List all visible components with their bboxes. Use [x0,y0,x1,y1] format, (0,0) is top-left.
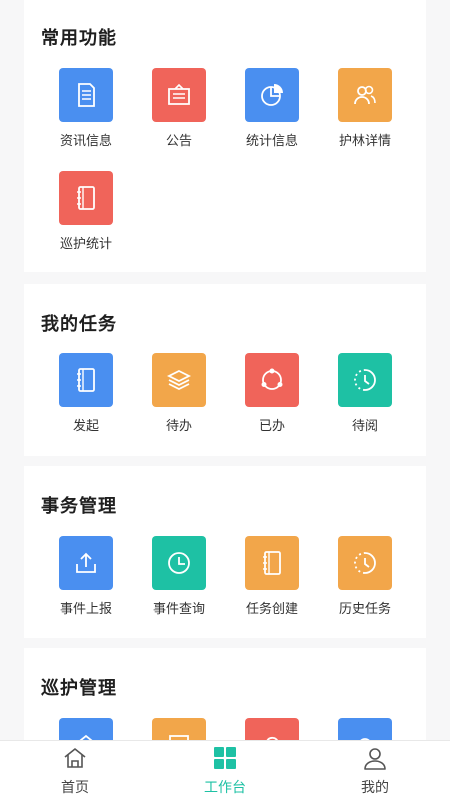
nav-label: 我的 [361,780,389,796]
pie-chart-icon [245,68,299,122]
clock-icon [152,536,206,590]
section-title: 巡护管理 [41,678,117,699]
nav-item-home[interactable]: 首页 [0,741,150,800]
nav-item-workbench[interactable]: 工作台 [150,741,300,800]
person-icon [364,748,386,770]
section-title: 事务管理 [41,496,117,517]
tile-patrol-4[interactable] [319,718,411,740]
users-icon [338,68,392,122]
tile-patrol-statistics[interactable]: 巡护统计 [40,171,132,271]
tile-label: 事件查询 [152,602,205,617]
section-affairs-management: 事务管理 事件上报 事件查询 任务创建 历史任务 [24,466,426,638]
tile-label: 资讯信息 [59,134,112,149]
upload-icon [59,536,113,590]
tile-forest-details[interactable]: 护林详情 [319,68,411,168]
tile-news-info[interactable]: 资讯信息 [40,68,132,168]
clock-dashed-icon [338,536,392,590]
tile-task-create[interactable]: 任务创建 [226,536,318,636]
tile-todo[interactable]: 待办 [133,353,225,453]
nav-label: 工作台 [204,780,246,796]
camera-icon [338,718,392,740]
share-circle-icon [245,353,299,407]
layers-icon [152,353,206,407]
tile-statistics[interactable]: 统计信息 [226,68,318,168]
tile-event-query[interactable]: 事件查询 [133,536,225,636]
section-my-tasks: 我的任务 发起 待办 已办 待阅 [24,284,426,456]
tile-label: 历史任务 [338,602,391,617]
tile-initiate[interactable]: 发起 [40,353,132,453]
tile-label: 巡护统计 [59,237,112,252]
grid-icon [214,747,236,769]
tile-label: 统计信息 [245,134,298,149]
section-title: 我的任务 [41,314,117,335]
home-outline-icon [64,748,86,768]
tile-event-report[interactable]: 事件上报 [40,536,132,636]
home-icon [59,718,113,740]
tile-label: 任务创建 [245,602,298,617]
section-title: 常用功能 [41,28,117,49]
clock-dashed-icon [338,353,392,407]
section-patrol-management: 巡护管理 [24,648,426,740]
document-icon [59,68,113,122]
tile-label: 发起 [72,419,99,434]
tile-to-read[interactable]: 待阅 [319,353,411,453]
tile-announcement[interactable]: 公告 [133,68,225,168]
bulletin-icon [152,68,206,122]
tile-label: 待阅 [351,419,378,434]
notebook-icon [59,353,113,407]
tile-label: 公告 [165,134,192,149]
tile-patrol-1[interactable] [40,718,132,740]
tile-patrol-3[interactable] [226,718,318,740]
notebook-icon [59,171,113,225]
nav-label: 首页 [61,780,89,796]
section-common-functions: 常用功能 资讯信息 公告 统计信息 护林详情 巡护统计 [24,0,426,272]
tile-history-tasks[interactable]: 历史任务 [319,536,411,636]
nav-item-mine[interactable]: 我的 [300,741,450,800]
tile-label: 待办 [165,419,192,434]
workbench-scroll[interactable]: 常用功能 资讯信息 公告 统计信息 护林详情 巡护统计 我的任务 发起 待办 已… [0,0,450,740]
tile-patrol-2[interactable] [133,718,225,740]
tile-done[interactable]: 已办 [226,353,318,453]
list-icon [152,718,206,740]
tile-label: 事件上报 [59,602,112,617]
cloud-icon [245,718,299,740]
notebook-icon [245,536,299,590]
bottom-nav: 首页 工作台 我的 [0,740,450,800]
tile-label: 护林详情 [338,134,391,149]
tile-label: 已办 [258,419,285,434]
